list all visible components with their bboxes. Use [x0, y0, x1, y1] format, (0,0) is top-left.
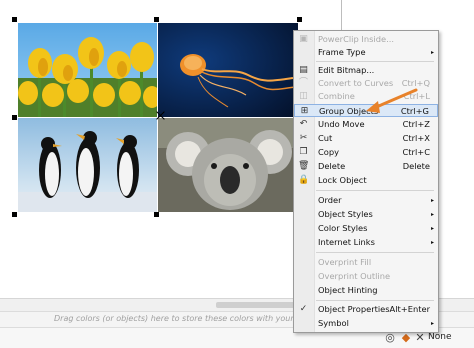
lock-icon: 🔒: [298, 175, 310, 185]
menu-item-copy[interactable]: ❐ Copy Ctrl+C: [294, 146, 438, 159]
menu-item-overprint-fill[interactable]: Overprint Fill: [294, 256, 438, 269]
copy-icon: ❐: [299, 147, 308, 157]
scissors-icon: ✂: [299, 133, 308, 143]
annotation-arrow-icon: [366, 88, 418, 113]
selection-handle-bottom-center[interactable]: [154, 212, 159, 217]
fill-status-label: None: [428, 332, 452, 342]
menu-item-order[interactable]: Order ▸: [294, 194, 438, 207]
menu-separator: [316, 300, 434, 301]
jellyfish-image[interactable]: [158, 23, 298, 117]
menu-item-powerclip-inside[interactable]: ▣ PowerClip Inside...: [294, 33, 438, 46]
menu-item-object-styles[interactable]: Object Styles ▸: [294, 208, 438, 221]
context-menu: ▣ PowerClip Inside... Frame Type ▸ ▤ Edi…: [293, 30, 439, 333]
tulips-image[interactable]: [18, 23, 157, 117]
fill-bucket-icon[interactable]: ◆: [400, 332, 412, 344]
selection-handle-bottom-left[interactable]: [12, 212, 17, 217]
selection-center-marker: [156, 111, 165, 120]
convert-curves-icon: ⌒: [298, 78, 308, 88]
submenu-arrow-icon: ▸: [430, 49, 434, 56]
menu-item-object-hinting[interactable]: Object Hinting: [294, 284, 438, 297]
menu-item-frame-type[interactable]: Frame Type ▸: [294, 46, 438, 59]
submenu-arrow-icon: ▸: [430, 197, 434, 204]
selection-handle-top-right[interactable]: [297, 17, 302, 22]
menu-item-color-styles[interactable]: Color Styles ▸: [294, 222, 438, 235]
penguins-image[interactable]: [18, 118, 157, 212]
submenu-arrow-icon: ▸: [430, 320, 434, 327]
submenu-arrow-icon: ▸: [430, 211, 434, 218]
checkmark-icon: ✓: [299, 304, 308, 314]
menu-item-lock-object[interactable]: 🔒 Lock Object: [294, 174, 438, 187]
edit-bitmap-icon: ▤: [299, 65, 308, 75]
menu-separator: [316, 252, 434, 253]
powerclip-icon: ▣: [299, 34, 308, 44]
koala-image[interactable]: [158, 118, 298, 212]
group-objects-icon: ⊞: [300, 106, 309, 116]
selection-handle-top-center[interactable]: [154, 17, 159, 22]
combine-icon: ◫: [299, 91, 308, 101]
menu-item-cut[interactable]: ✂ Cut Ctrl+X: [294, 132, 438, 145]
menu-item-object-properties[interactable]: ✓ Object Properties Alt+Enter: [294, 303, 438, 316]
undo-icon: ↶: [299, 119, 308, 129]
target-icon[interactable]: ◎: [384, 332, 396, 344]
menu-separator: [316, 61, 434, 62]
no-fill-icon[interactable]: ✕: [414, 332, 426, 344]
menu-item-internet-links[interactable]: Internet Links ▸: [294, 236, 438, 249]
menu-item-delete[interactable]: 🗑 Delete Delete: [294, 160, 438, 173]
selection-handle-middle-left[interactable]: [12, 115, 17, 120]
trash-icon: 🗑: [298, 161, 310, 171]
menu-item-overprint-outline[interactable]: Overprint Outline: [294, 270, 438, 283]
menu-separator: [316, 190, 434, 191]
menu-item-edit-bitmap[interactable]: ▤ Edit Bitmap...: [294, 64, 438, 77]
selection-handle-top-left[interactable]: [12, 17, 17, 22]
menu-item-symbol[interactable]: Symbol ▸: [294, 317, 438, 330]
menu-item-undo-move[interactable]: ↶ Undo Move Ctrl+Z: [294, 118, 438, 131]
submenu-arrow-icon: ▸: [430, 225, 434, 232]
submenu-arrow-icon: ▸: [430, 239, 434, 246]
